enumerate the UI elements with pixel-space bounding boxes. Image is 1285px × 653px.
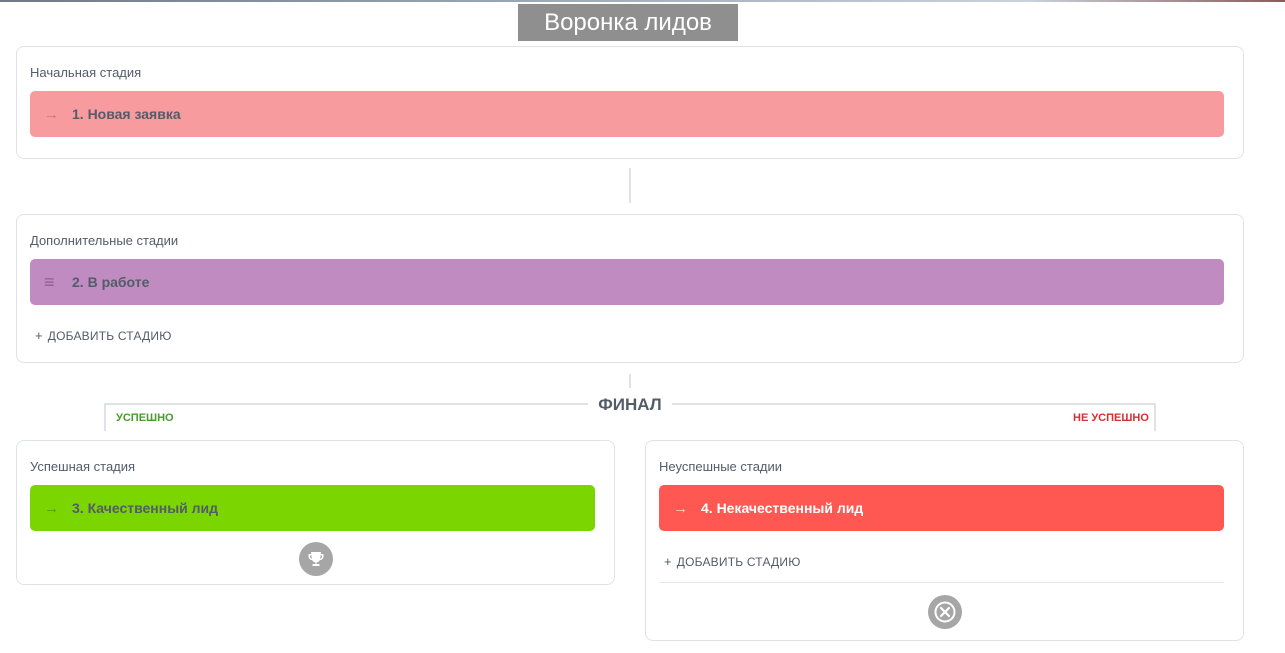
arrow-right-icon: → — [44, 499, 59, 517]
success-stage-label: Успешная стадия — [30, 459, 136, 474]
stage-name: 1. Новая заявка — [72, 106, 181, 122]
stage-in-progress[interactable]: ≡ 2. В работе — [30, 259, 1224, 305]
stage-name: 3. Качественный лид — [72, 500, 219, 516]
arrow-right-icon: → — [44, 105, 59, 123]
success-stage-section: Успешная стадия → 3. Качественный лид — [16, 440, 615, 585]
add-stage-label: ДОБАВИТЬ СТАДИЮ — [676, 555, 801, 569]
stage-name: 4. Некачественный лид — [701, 500, 864, 516]
plus-icon: + — [35, 328, 43, 343]
final-fail-label: НЕ УСПЕШНО — [1073, 412, 1149, 424]
page-title: Воронка лидов — [518, 4, 738, 41]
final-title: ФИНАЛ — [588, 394, 672, 416]
fail-stages-label: Неуспешные стадии — [659, 459, 783, 474]
initial-stage-label: Начальная стадия — [30, 65, 142, 80]
connector-line — [629, 168, 631, 203]
stage-qualified-lead[interactable]: → 3. Качественный лид — [30, 485, 595, 531]
extra-stages-label: Дополнительные стадии — [30, 233, 179, 248]
add-fail-stage-button[interactable]: + ДОБАВИТЬ СТАДИЮ — [664, 554, 801, 569]
drag-handle-icon[interactable]: ≡ — [44, 272, 72, 293]
extra-stages-section: Дополнительные стадии ≡ 2. В работе + ДОБ… — [16, 214, 1244, 363]
fail-stages-section: Неуспешные стадии → 4. Некачественный ли… — [645, 440, 1244, 641]
stage-new-request[interactable]: → 1. Новая заявка — [30, 91, 1224, 137]
stage-name: 2. В работе — [72, 274, 150, 290]
final-success-label: УСПЕШНО — [116, 412, 174, 424]
divider — [659, 582, 1224, 583]
stage-unqualified-lead[interactable]: → 4. Некачественный лид — [659, 485, 1224, 531]
plus-icon: + — [664, 554, 672, 569]
trophy-icon — [299, 542, 333, 576]
add-stage-button[interactable]: + ДОБАВИТЬ СТАДИЮ — [35, 328, 172, 343]
add-stage-label: ДОБАВИТЬ СТАДИЮ — [47, 329, 172, 343]
arrow-right-icon: → — [673, 499, 688, 517]
connector-line — [629, 374, 631, 388]
initial-stage-section: Начальная стадия → 1. Новая заявка — [16, 46, 1244, 159]
top-accent-line — [0, 0, 1285, 2]
close-circle-icon — [928, 595, 962, 629]
